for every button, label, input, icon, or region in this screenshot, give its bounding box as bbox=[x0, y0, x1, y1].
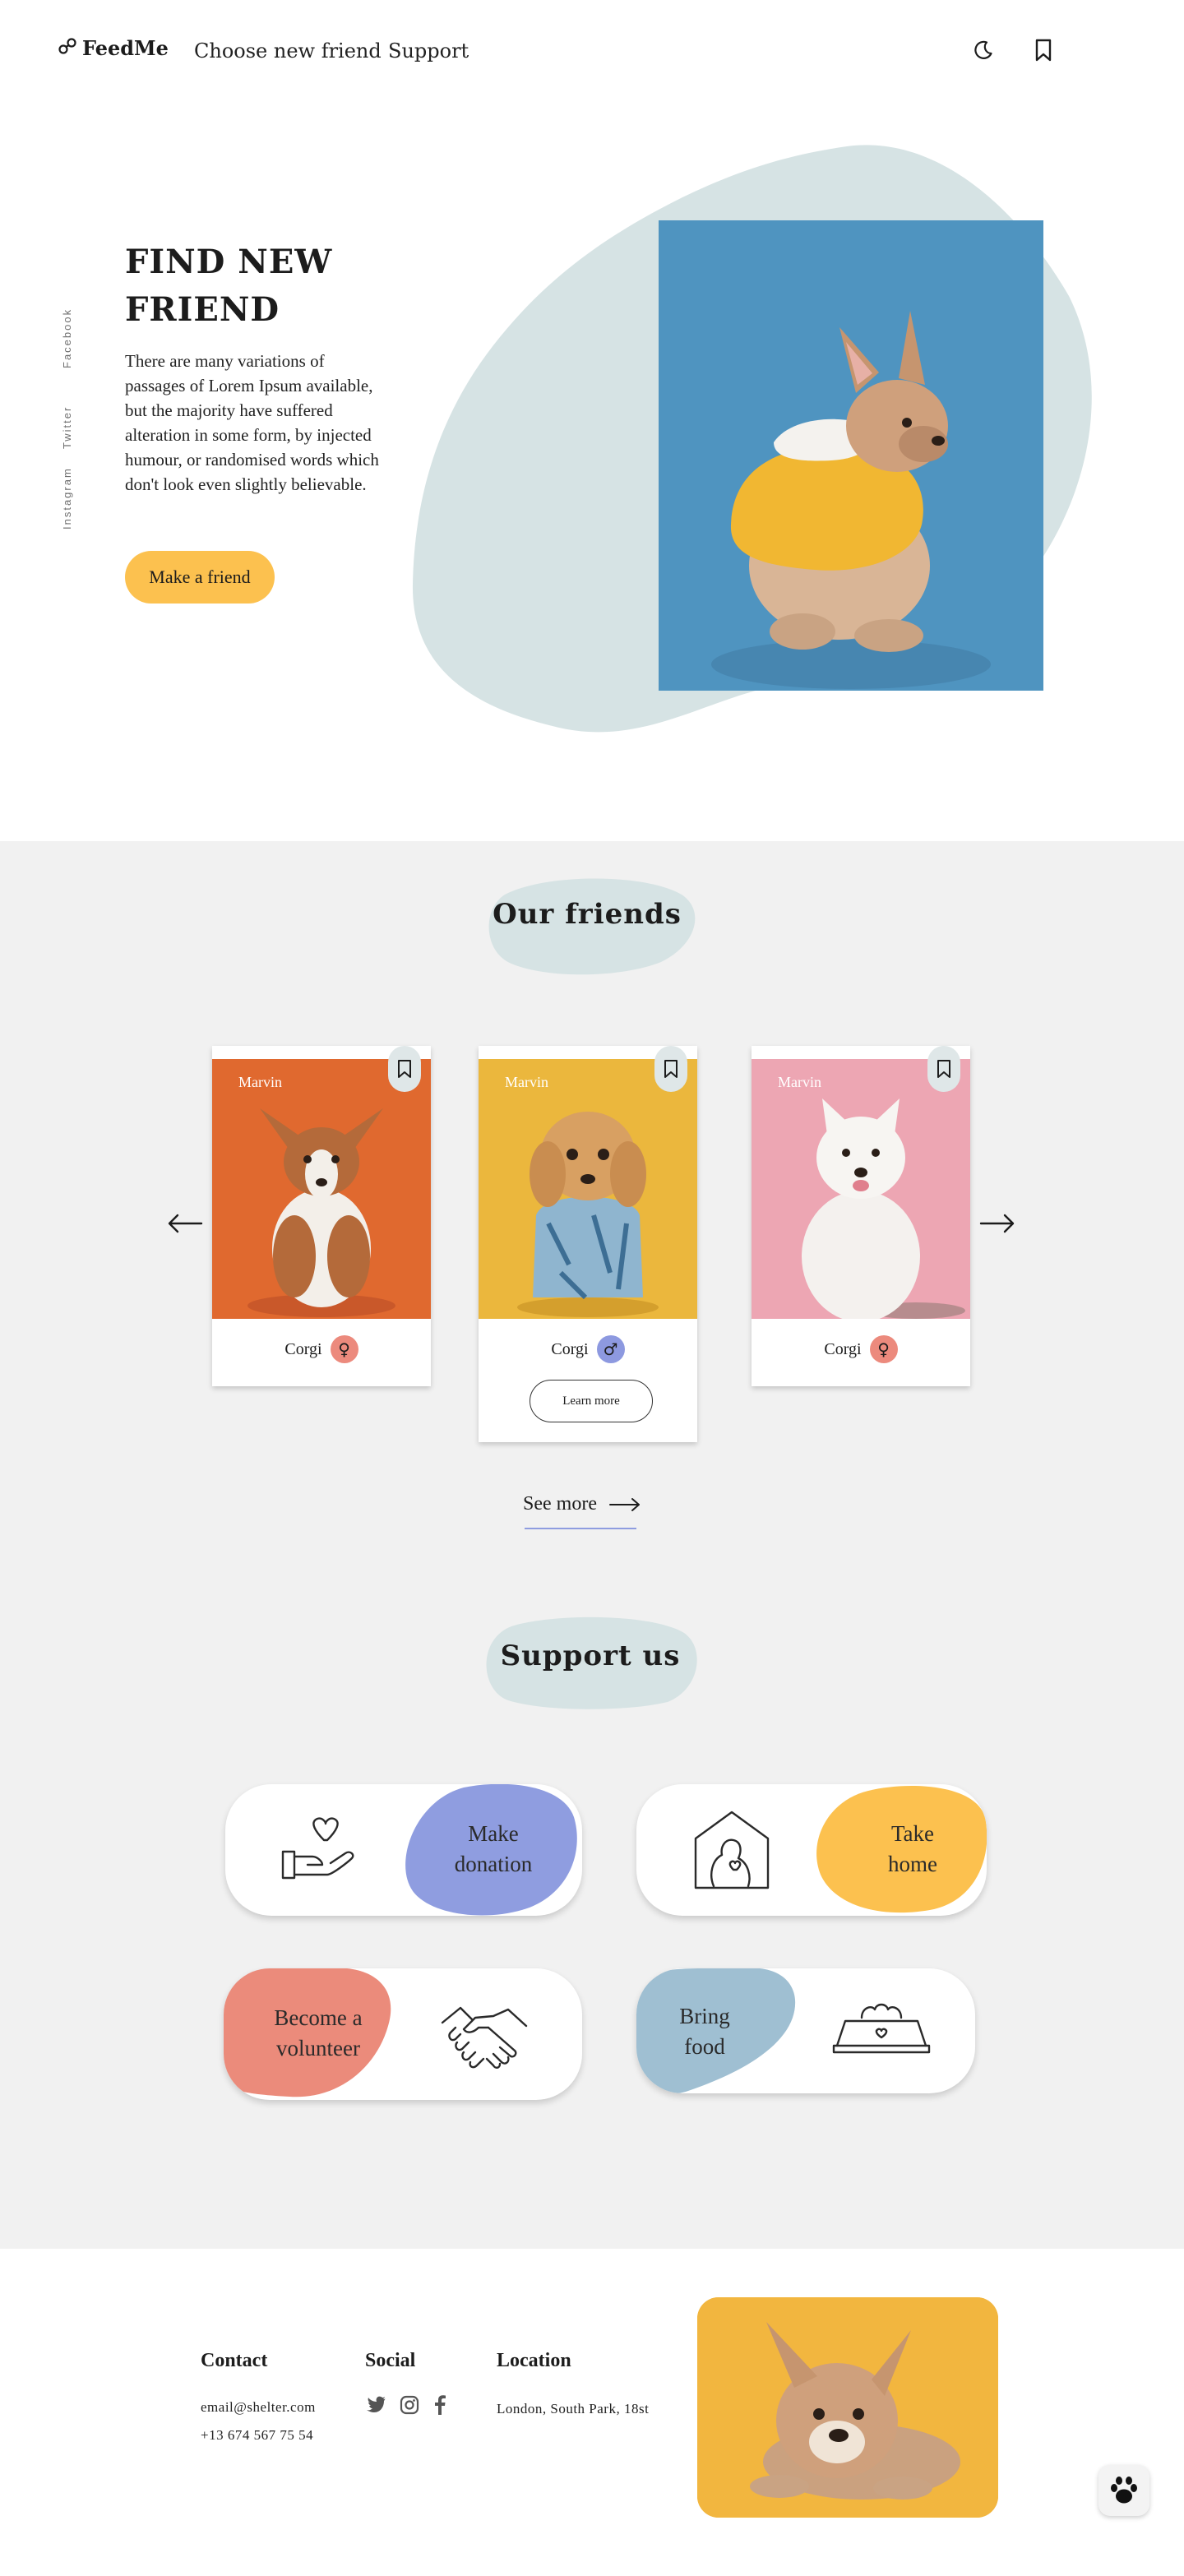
make-donation-button[interactable]: Make donation bbox=[225, 1784, 582, 1916]
pet-card-photo bbox=[212, 1059, 431, 1319]
see-more-underline bbox=[525, 1528, 636, 1529]
paw-icon[interactable] bbox=[1098, 2465, 1149, 2516]
take-home-button[interactable]: Take home bbox=[636, 1784, 987, 1916]
make-friend-button[interactable]: Make a friend bbox=[125, 551, 275, 604]
instagram-link[interactable]: Instagram bbox=[61, 467, 73, 530]
bring-food-button[interactable]: Bring food bbox=[636, 1968, 975, 2093]
pet-house-icon bbox=[691, 1809, 773, 1894]
moon-icon[interactable] bbox=[971, 38, 996, 62]
pet-card[interactable]: Marvin Corgi ♂ Learn more bbox=[479, 1046, 697, 1442]
support-title: Support us bbox=[500, 1639, 681, 1672]
support-label: Take home bbox=[888, 1821, 937, 1876]
bookmark-icon[interactable] bbox=[1031, 38, 1056, 62]
pet-card[interactable]: Marvin Corgi ♀ bbox=[752, 1046, 970, 1386]
support-label: Bring food bbox=[679, 2004, 730, 2059]
pet-breed: Corgi bbox=[551, 1339, 589, 1358]
twitter-icon[interactable] bbox=[367, 2396, 386, 2416]
social-heading: Social bbox=[365, 2350, 416, 2371]
pet-card[interactable]: Marvin Corgi ♀ bbox=[212, 1046, 431, 1386]
pet-breed: Corgi bbox=[824, 1339, 862, 1358]
learn-more-button[interactable]: Learn more bbox=[530, 1380, 653, 1422]
contact-heading: Contact bbox=[201, 2350, 268, 2371]
footer-dog-photo bbox=[697, 2297, 998, 2518]
female-icon: ♀ bbox=[330, 1335, 358, 1363]
pet-card-photo bbox=[479, 1059, 697, 1319]
pet-breed-row: Corgi ♂ bbox=[479, 1335, 697, 1363]
male-icon: ♂ bbox=[596, 1335, 625, 1363]
pet-name: Marvin bbox=[505, 1074, 548, 1090]
pet-breed: Corgi bbox=[284, 1339, 322, 1358]
pet-card-photo bbox=[752, 1059, 970, 1319]
nav-support[interactable]: Support bbox=[388, 39, 469, 62]
card-bookmark-icon[interactable] bbox=[388, 1046, 421, 1092]
support-label: Become a volunteer bbox=[274, 2005, 363, 2060]
social-vertical-links: Instagram Twitter Facebook bbox=[61, 308, 77, 534]
pet-breed-row: Corgi ♀ bbox=[212, 1335, 431, 1363]
handshake-icon bbox=[439, 2001, 530, 2075]
prev-arrow-button[interactable] bbox=[164, 1209, 206, 1238]
location-address: London, South Park, 18st bbox=[497, 2401, 650, 2416]
become-volunteer-button[interactable]: Become a volunteer bbox=[224, 1968, 582, 2100]
nav-choose-friend[interactable]: Choose new friend bbox=[194, 39, 382, 62]
see-more-link[interactable]: See more bbox=[523, 1493, 641, 1515]
see-more-label: See more bbox=[523, 1493, 597, 1515]
hero-title: FIND NEW FRIEND bbox=[125, 243, 333, 329]
location-heading: Location bbox=[497, 2350, 571, 2371]
logo[interactable]: FeedMe bbox=[58, 36, 169, 60]
arrow-right-icon bbox=[608, 1497, 640, 1511]
hero-dog-photo bbox=[659, 220, 1043, 691]
instagram-icon[interactable] bbox=[400, 2395, 419, 2415]
next-arrow-button[interactable] bbox=[977, 1209, 1018, 1238]
pet-name: Marvin bbox=[238, 1074, 282, 1090]
pet-breed-row: Corgi ♀ bbox=[752, 1335, 970, 1363]
contact-email[interactable]: email@shelter.com bbox=[201, 2399, 316, 2416]
contact-phone[interactable]: +13 674 567 75 54 bbox=[201, 2427, 313, 2444]
twitter-link[interactable]: Twitter bbox=[61, 406, 73, 449]
pet-name: Marvin bbox=[778, 1074, 821, 1090]
hero-description: There are many variations of passages of… bbox=[125, 351, 379, 494]
logo-text: FeedMe bbox=[82, 36, 169, 60]
card-bookmark-icon[interactable] bbox=[927, 1046, 960, 1092]
female-icon: ♀ bbox=[869, 1335, 898, 1363]
card-bookmark-icon[interactable] bbox=[654, 1046, 687, 1092]
food-bowl-icon bbox=[832, 1998, 931, 2062]
support-label: Make donation bbox=[454, 1821, 533, 1876]
paw-link-icon bbox=[58, 36, 79, 60]
facebook-link[interactable]: Facebook bbox=[61, 308, 73, 368]
facebook-icon[interactable] bbox=[434, 2395, 447, 2415]
heart-hand-icon bbox=[280, 1815, 358, 1889]
friends-title: Our friends bbox=[493, 898, 682, 931]
